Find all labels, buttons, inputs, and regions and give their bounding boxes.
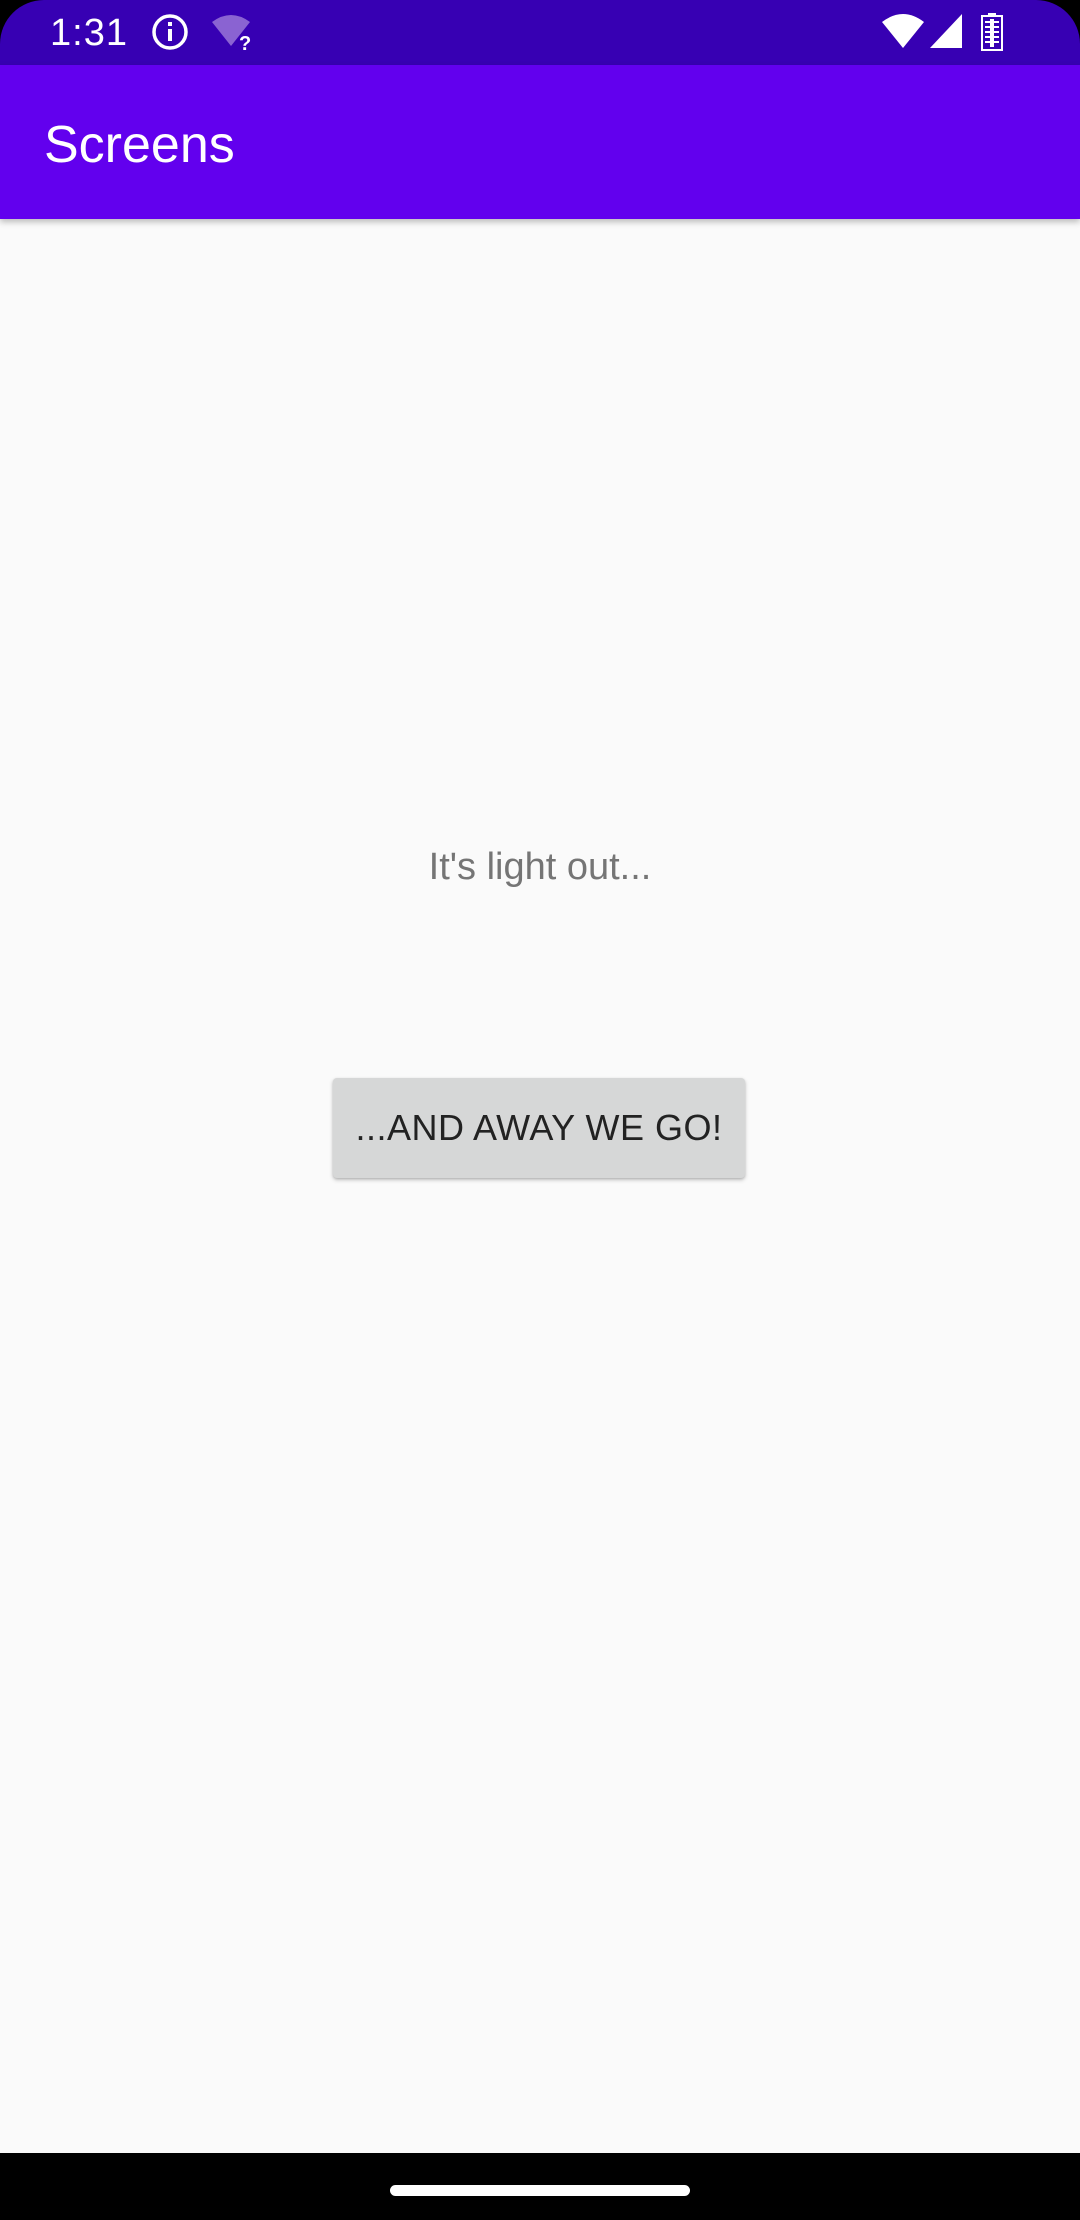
svg-text:?: ? (239, 33, 251, 52)
status-time: 1:31 (50, 12, 128, 54)
wifi-icon (880, 12, 926, 52)
app-bar: Screens (0, 65, 1080, 219)
navigation-bar (0, 2153, 1080, 2220)
wifi-unknown-icon: ? (210, 12, 256, 55)
info-icon (150, 12, 190, 52)
battery-icon (980, 12, 1004, 52)
home-pill-handle[interactable] (390, 2185, 690, 2196)
status-bar: 1:31 ? (0, 0, 1080, 65)
away-we-go-button[interactable]: ...AND AWAY WE GO! (333, 1078, 745, 1178)
main-content: It's light out... ...AND AWAY WE GO! (0, 219, 1080, 2153)
app-title: Screens (44, 116, 235, 174)
device-screen: 1:31 ? Screens It's light out... ...AND … (0, 0, 1080, 2220)
cell-signal-icon (928, 12, 964, 52)
light-status-message: It's light out... (428, 846, 652, 888)
